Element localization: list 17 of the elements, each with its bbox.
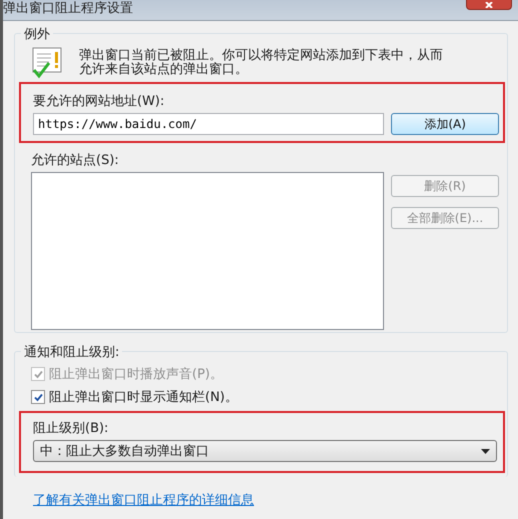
window-title: 弹出窗口阻止程序设置: [3, 0, 133, 17]
checkbox-label: 阻止弹出窗口时播放声音(P)。: [49, 366, 223, 383]
checkbox[interactable]: [31, 390, 45, 404]
dropdown-arrow-icon: [481, 448, 490, 454]
info-message: 弹出窗口当前已被阻止。你可以将特定网站添加到下表中，从而允许来自该站点的弹出窗口。: [79, 49, 444, 77]
add-button[interactable]: 添加(A): [391, 113, 499, 135]
group-title: 例外: [21, 25, 53, 43]
help-link[interactable]: 了解有关弹出窗口阻止程序的详细信息: [33, 491, 254, 509]
address-field[interactable]: https://www.baidu.com/: [33, 113, 384, 135]
field-label: 阻止级别(B):: [33, 420, 110, 437]
checkbox-label: 阻止弹出窗口时显示通知栏(N)。: [49, 389, 238, 406]
close-button[interactable]: [466, 0, 512, 10]
field-label: 要允许的网站地址(W):: [33, 93, 166, 110]
list-label: 允许的站点(S):: [31, 152, 120, 169]
level-dropdown[interactable]: 中：阻止大多数自动弹出窗口: [33, 440, 497, 462]
group-title: 通知和阻止级别:: [21, 343, 122, 361]
close-icon: [483, 2, 495, 8]
